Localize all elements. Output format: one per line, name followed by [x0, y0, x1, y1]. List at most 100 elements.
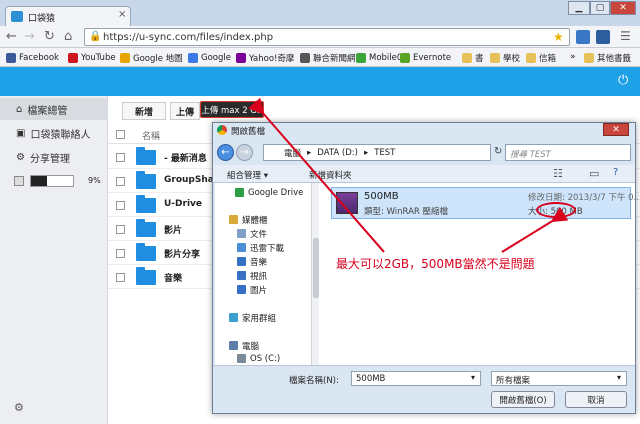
sidebar-item-contacts[interactable]: ▣ 口袋猿聯絡人 — [0, 122, 108, 144]
back-icon[interactable]: ← — [6, 29, 17, 44]
row-checkbox[interactable] — [116, 273, 125, 282]
bookmark-google-maps[interactable]: Google 地圖 — [120, 51, 183, 65]
picture-icon — [237, 285, 246, 294]
sidebar: ⌂ 檔案總管 ▣ 口袋猿聯絡人 ⚙ 分享管理 9% ⚙ — [0, 96, 108, 424]
menu-icon[interactable]: ☰ — [620, 29, 631, 43]
bookmark-folder-book[interactable]: 書 — [462, 51, 484, 65]
bookmarks-overflow-icon[interactable]: » — [570, 52, 576, 62]
bookmark-evernote[interactable]: Evernote — [400, 51, 451, 65]
browser-tabbar: 口袋猿 × ▁ ▢ ✕ — [0, 0, 640, 26]
folder-icon — [490, 53, 500, 63]
bookmark-folder-other[interactable]: 其他書籤 — [584, 51, 631, 65]
filetype-dropdown-icon[interactable]: ▾ — [617, 373, 621, 382]
lock-icon: 🔒 — [89, 31, 102, 42]
help-icon[interactable]: ? — [613, 167, 618, 178]
minimize-button[interactable]: ▁ — [568, 1, 590, 15]
tab-title: 口袋猿 — [28, 14, 56, 24]
google-maps-icon — [120, 53, 130, 63]
facebook-icon — [6, 53, 16, 63]
dialog-path-bar[interactable]: 電腦 ▸ DATA (D:) ▸ TEST — [263, 144, 491, 161]
column-name-header: 名稱 — [142, 132, 161, 142]
folder-name[interactable]: 影片 — [164, 223, 182, 236]
dialog-close-button[interactable]: ✕ — [603, 123, 629, 136]
dialog-bottom-bar: 檔案名稱(N): 500MB ▾ 所有檔案 ▾ 開啟舊檔(O) 取消 — [213, 365, 635, 413]
browser-tab[interactable]: 口袋猿 × — [5, 6, 131, 26]
folder-name[interactable]: - 最新消息 — [164, 151, 207, 164]
gear-icon: ⚙ — [16, 151, 25, 163]
extension-download-icon[interactable] — [596, 30, 610, 44]
folder-icon — [526, 53, 536, 63]
sidebar-item-file-manager[interactable]: ⌂ 檔案總管 — [0, 98, 108, 120]
dialog-titlebar[interactable]: 開啟舊檔 ✕ — [213, 123, 635, 137]
documents-icon — [237, 229, 246, 238]
row-checkbox[interactable] — [116, 249, 125, 258]
filetype-select[interactable]: 所有檔案 — [491, 371, 627, 386]
storage-icon — [14, 176, 24, 186]
bookmark-udn[interactable]: 聯合新聞網 — [300, 51, 356, 65]
bookmark-facebook[interactable]: Facebook — [6, 51, 59, 65]
view-options-icon[interactable]: ☷ — [553, 167, 563, 180]
contact-card-icon: ▣ — [16, 127, 26, 139]
new-button[interactable]: 新增 — [122, 102, 166, 120]
youtube-icon — [68, 53, 78, 63]
bookmark-star-icon[interactable]: ★ — [553, 30, 564, 44]
path-folder[interactable]: TEST — [374, 148, 395, 158]
reload-icon[interactable]: ↻ — [44, 29, 55, 44]
row-checkbox[interactable] — [116, 177, 125, 186]
row-checkbox[interactable] — [116, 153, 125, 162]
nav-scrollbar[interactable] — [311, 183, 319, 365]
mobile01-icon — [356, 53, 366, 63]
sidebar-item-share[interactable]: ⚙ 分享管理 — [0, 146, 108, 168]
extension-ipa-icon[interactable] — [576, 30, 590, 44]
upload-button[interactable]: 上傳 — [170, 102, 200, 120]
path-drive[interactable]: DATA (D:) — [317, 148, 358, 158]
home-icon[interactable]: ⌂ — [64, 29, 72, 44]
open-button[interactable]: 開啟舊檔(O) — [491, 391, 555, 408]
dialog-forward-button[interactable]: → — [236, 144, 253, 161]
bookmark-folder-school[interactable]: 學校 — [490, 51, 520, 65]
yahoo-icon — [236, 53, 246, 63]
folder-icon — [462, 53, 472, 63]
file-name: 500MB — [364, 191, 399, 202]
close-window-button[interactable]: ✕ — [610, 1, 636, 15]
chrome-icon — [217, 125, 227, 135]
quota-fill — [31, 176, 47, 186]
address-bar[interactable]: 🔒 https://u-sync.com/files/index.php ★ — [84, 28, 570, 46]
folder-name[interactable]: U-Drive — [164, 199, 202, 209]
select-all-checkbox[interactable] — [116, 130, 125, 139]
homegroup-icon — [229, 313, 238, 322]
music-icon — [237, 257, 246, 266]
preview-pane-icon[interactable]: ▭ — [589, 167, 599, 180]
settings-gear-icon[interactable]: ⚙ — [14, 401, 24, 414]
forward-icon[interactable]: → — [24, 29, 35, 44]
dialog-refresh-icon[interactable]: ↻ — [494, 146, 502, 157]
folder-icon — [136, 267, 156, 285]
bookmark-folder-mail[interactable]: 信箱 — [526, 51, 556, 65]
news-icon — [300, 53, 310, 63]
folder-name[interactable]: 影片分享 — [164, 247, 200, 260]
app-favicon-icon — [11, 11, 23, 22]
new-folder-button[interactable]: 新增資料夾 — [309, 169, 352, 181]
tab-close-icon[interactable]: × — [118, 9, 126, 20]
maximize-button[interactable]: ▢ — [590, 1, 610, 15]
dialog-address-row: ← → 電腦 ▸ DATA (D:) ▸ TEST ↻ 搜尋 TEST — [213, 143, 635, 163]
filename-dropdown-icon[interactable]: ▾ — [471, 373, 475, 382]
power-icon[interactable]: ⏻ — [618, 73, 628, 88]
cancel-button[interactable]: 取消 — [565, 391, 627, 408]
file-item-500mb[interactable]: 500MB 類型: WinRAR 壓縮檔 修改日期: 2013/3/7 下午 0… — [331, 187, 640, 219]
row-checkbox[interactable] — [116, 225, 125, 234]
filename-input[interactable]: 500MB — [351, 371, 481, 386]
bookmark-youtube[interactable]: YouTube — [68, 51, 116, 65]
path-computer[interactable]: 電腦 — [284, 147, 301, 159]
url-text: https://u-sync.com/files/index.php — [103, 32, 274, 43]
row-checkbox[interactable] — [116, 201, 125, 210]
bookmark-yahoo[interactable]: Yahoo!奇摩 — [236, 51, 294, 65]
dialog-back-button[interactable]: ← — [217, 144, 234, 161]
organize-button[interactable]: 組合管理 ▾ — [227, 169, 268, 181]
folder-name[interactable]: 音樂 — [164, 271, 182, 284]
bookmark-google[interactable]: Google — [188, 51, 231, 65]
computer-icon — [229, 341, 238, 350]
dialog-search-input[interactable]: 搜尋 TEST — [505, 144, 631, 161]
upload-tooltip: 上傳 max 2 GB — [200, 101, 264, 118]
file-modified-date: 修改日期: 2013/3/7 下午 0... — [528, 193, 640, 203]
